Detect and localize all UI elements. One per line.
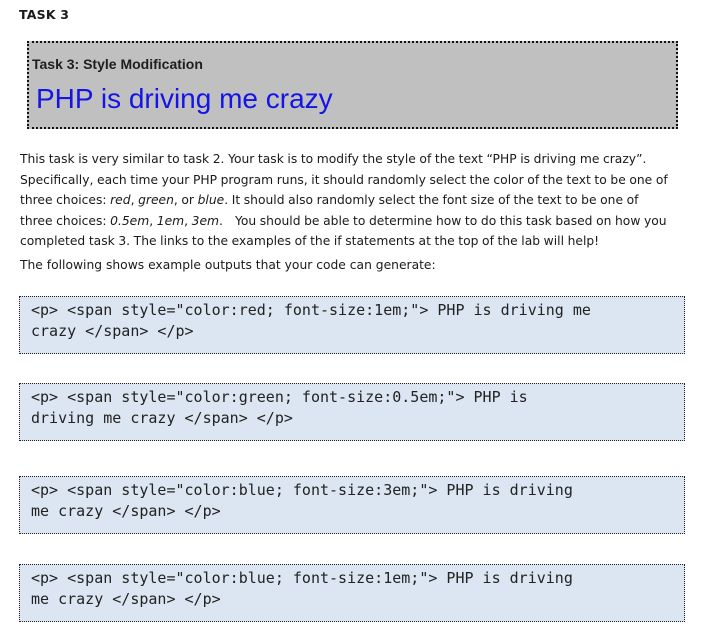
size-3em: 3em xyxy=(191,213,220,228)
code-line: driving me crazy </span> </p> xyxy=(31,409,293,427)
description-text: . xyxy=(219,213,223,228)
choice-red: red xyxy=(110,193,131,208)
choice-blue: blue xyxy=(197,193,225,208)
demo-output-box: Task 3: Style Modification PHP is drivin… xyxy=(27,41,678,129)
code-line: me crazy </span> </p> xyxy=(31,590,221,608)
description-text: , xyxy=(130,193,139,208)
code-example-3: <p> <span style="color:blue; font-size:3… xyxy=(19,476,685,534)
demo-title: Task 3: Style Modification xyxy=(32,56,203,72)
description-line-1: This task is very similar to task 2. You… xyxy=(20,152,647,166)
description-text: , xyxy=(184,213,192,228)
description-text: . It should also randomly select the fon… xyxy=(224,193,639,208)
examples-intro: The following shows example outputs that… xyxy=(20,258,436,272)
description-text: three choices: xyxy=(20,193,111,208)
description-text: , or xyxy=(173,193,198,208)
code-example-1: <p> <span style="color:red; font-size:1e… xyxy=(19,296,685,354)
code-example-2: <p> <span style="color:green; font-size:… xyxy=(19,383,685,441)
description-line-4: three choices: 0.5em, 1em, 3em. You shoul… xyxy=(20,211,700,232)
size-1em: 1em xyxy=(156,213,185,228)
description-line-5: completed task 3. The links to the examp… xyxy=(20,234,600,249)
code-line: <p> <span style="color:green; font-size:… xyxy=(31,388,528,406)
size-0-5em: 0.5em xyxy=(110,213,150,228)
task-heading: TASK 3 xyxy=(19,7,70,22)
demo-styled-text: PHP is driving me crazy xyxy=(36,83,333,114)
choice-green: green xyxy=(138,193,174,208)
code-example-4: <p> <span style="color:blue; font-size:1… xyxy=(19,564,685,622)
code-line: me crazy </span> </p> xyxy=(31,502,221,520)
description-text: You should be able to determine how to d… xyxy=(234,213,667,228)
task-description: This task is very similar to task 2. You… xyxy=(20,149,700,252)
description-text: , xyxy=(149,213,157,228)
code-line: <p> <span style="color:blue; font-size:3… xyxy=(31,481,573,499)
code-line: <p> <span style="color:red; font-size:1e… xyxy=(31,301,591,319)
code-line: <p> <span style="color:blue; font-size:1… xyxy=(31,569,573,587)
description-line-2: Specifically, each time your PHP program… xyxy=(20,172,668,187)
code-line: crazy </span> </p> xyxy=(31,322,194,340)
description-line-3: three choices: red, green, or blue. It s… xyxy=(20,190,700,211)
description-text: three choices: xyxy=(20,213,111,228)
